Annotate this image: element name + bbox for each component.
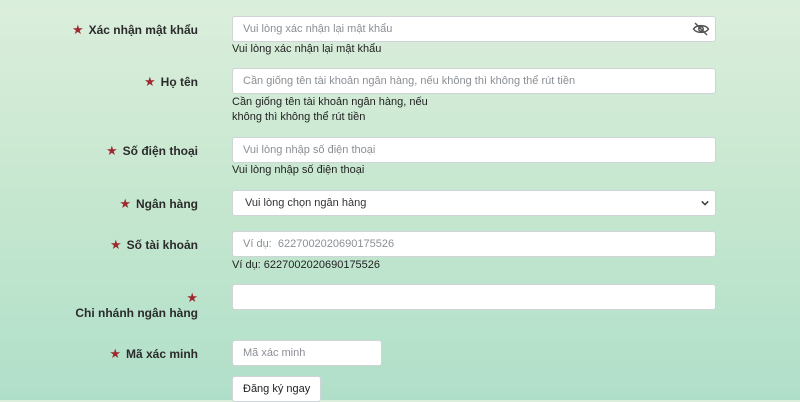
confirm-password-hint: Vui lòng xác nhận lại mật khẩu xyxy=(232,43,382,55)
full-name-hint-line2: không thì không thể rút tiền xyxy=(232,111,366,123)
required-star-icon: ★ xyxy=(110,237,122,252)
captcha-label: ★ Mã xác minh xyxy=(109,346,198,361)
account-number-hint: Ví dụ: 6227002020690175526 xyxy=(232,259,381,271)
phone-label: ★ Số điện thoại xyxy=(106,143,198,158)
bank-select-value: Vui lòng chọn ngân hàng xyxy=(245,197,367,209)
branch-star-wrap: ★ xyxy=(186,290,198,306)
phone-input[interactable] xyxy=(232,137,716,163)
captcha-input[interactable] xyxy=(232,340,382,366)
full-name-hint-line1: Cần giống tên tài khoản ngân hàng, nếu xyxy=(232,96,428,108)
confirm-password-input[interactable] xyxy=(232,16,716,42)
account-number-input[interactable] xyxy=(232,231,716,257)
required-star-icon: ★ xyxy=(109,346,121,361)
register-button[interactable]: Đăng ký ngay xyxy=(232,376,322,402)
required-star-icon: ★ xyxy=(71,22,84,37)
confirm-password-label: ★ Xác nhận mật khẩu xyxy=(71,22,198,37)
eye-slash-icon[interactable] xyxy=(692,22,710,36)
required-star-icon: ★ xyxy=(186,290,198,305)
phone-hint: Vui lòng nhập số điện thoại xyxy=(232,164,365,176)
full-name-label: ★ Họ tên xyxy=(144,74,198,89)
required-star-icon: ★ xyxy=(119,196,131,211)
full-name-input[interactable] xyxy=(232,68,716,94)
branch-label: Chi nhánh ngân hàng xyxy=(75,306,198,320)
bank-label: ★ Ngân hàng xyxy=(119,196,198,211)
bank-select[interactable]: Vui lòng chọn ngân hàng xyxy=(232,190,716,216)
chevron-down-icon xyxy=(701,200,709,206)
branch-input[interactable] xyxy=(232,284,716,310)
required-star-icon: ★ xyxy=(144,74,156,89)
account-number-label: ★ Số tài khoản xyxy=(110,237,198,252)
required-star-icon: ★ xyxy=(106,143,118,158)
